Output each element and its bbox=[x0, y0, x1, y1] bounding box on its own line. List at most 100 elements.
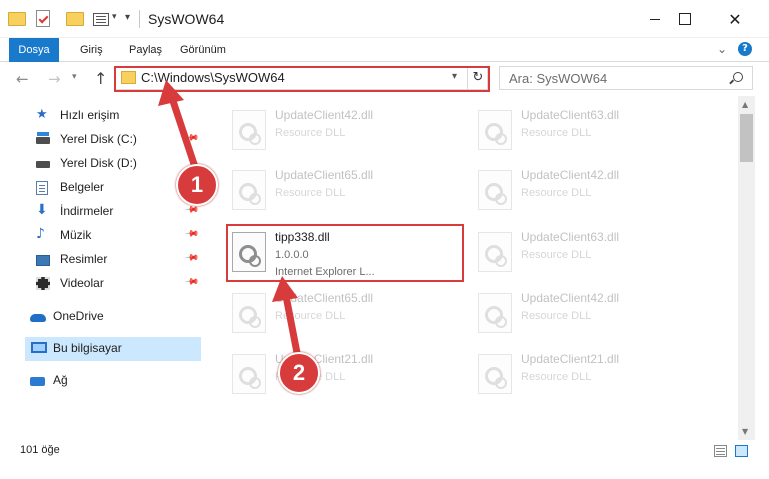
tab-home[interactable]: Giriş bbox=[80, 38, 103, 62]
file-name: UpdateClient21.dll bbox=[521, 352, 620, 366]
file-name: UpdateClient42.dll bbox=[275, 108, 374, 122]
file-type: Resource DLL bbox=[521, 371, 592, 383]
file-type: Resource DLL bbox=[521, 187, 592, 199]
sidebar-item-quick-access[interactable]: ★ Hızlı erişim bbox=[0, 104, 210, 128]
tab-share[interactable]: Paylaş bbox=[129, 38, 162, 62]
network-icon bbox=[30, 377, 45, 386]
documents-icon bbox=[36, 181, 48, 195]
download-icon: ⬇ bbox=[36, 202, 48, 218]
sidebar-item-network[interactable]: Ağ bbox=[0, 369, 210, 393]
close-button[interactable]: ✕ bbox=[712, 0, 758, 38]
file-item[interactable]: UpdateClient21.dll Resource DLL bbox=[456, 344, 686, 400]
sidebar-item-local-disk-d[interactable]: Yerel Disk (D:) bbox=[0, 152, 210, 176]
sidebar-item-label: Resimler bbox=[60, 252, 108, 266]
quick-access-toolbar-customize-icon[interactable]: ▾ bbox=[125, 12, 130, 23]
file-type: Resource DLL bbox=[275, 187, 346, 199]
tab-file[interactable]: Dosya bbox=[9, 38, 59, 62]
sidebar-item-local-disk-c[interactable]: Yerel Disk (C:) 📌 bbox=[0, 128, 210, 152]
file-name: UpdateClient63.dll bbox=[521, 108, 620, 122]
dll-file-icon bbox=[478, 354, 512, 394]
view-icon[interactable] bbox=[93, 13, 109, 26]
scroll-up-icon[interactable]: ▲ bbox=[742, 100, 748, 109]
videos-icon bbox=[36, 277, 50, 290]
large-icons-view-icon[interactable] bbox=[735, 445, 748, 457]
sidebar-item-label: Ağ bbox=[53, 373, 68, 387]
navigation-pane: ★ Hızlı erişim Yerel Disk (C:) 📌 Yerel D… bbox=[0, 100, 210, 434]
sidebar-item-label: Videolar bbox=[60, 276, 104, 290]
forward-arrow-icon[interactable]: → bbox=[48, 70, 61, 88]
sidebar-item-music[interactable]: ♪ Müzik 📌 bbox=[0, 224, 210, 248]
file-highlight-box bbox=[226, 224, 464, 282]
chevron-down-icon[interactable]: ▾ bbox=[112, 12, 117, 22]
sidebar-item-label: İndirmeler bbox=[60, 204, 114, 218]
dll-file-icon bbox=[478, 110, 512, 150]
back-arrow-icon[interactable]: ← bbox=[16, 70, 29, 88]
computer-icon bbox=[31, 342, 47, 353]
file-name: UpdateClient65.dll bbox=[275, 168, 374, 182]
new-folder-icon[interactable] bbox=[66, 12, 84, 26]
sidebar-item-this-pc[interactable]: Bu bilgisayar bbox=[25, 337, 201, 361]
dll-file-icon bbox=[232, 293, 266, 333]
file-name: UpdateClient42.dll bbox=[521, 291, 620, 305]
pin-icon[interactable]: 📌 bbox=[184, 130, 199, 145]
file-item[interactable]: UpdateClient42.dll Resource DLL bbox=[210, 100, 440, 156]
file-item[interactable]: UpdateClient63.dll Resource DLL bbox=[456, 222, 686, 278]
file-item[interactable]: UpdateClient63.dll Resource DLL bbox=[456, 100, 686, 156]
file-name: UpdateClient65.dll bbox=[275, 291, 374, 305]
item-count: 101 öğe bbox=[20, 444, 60, 456]
sidebar-item-label: Hızlı erişim bbox=[60, 108, 120, 122]
window-title: SysWOW64 bbox=[148, 11, 225, 27]
maximize-button[interactable] bbox=[662, 0, 708, 38]
help-icon[interactable]: ? bbox=[738, 42, 752, 56]
step-1-badge: 1 bbox=[176, 164, 218, 206]
scroll-thumb[interactable] bbox=[740, 114, 753, 162]
tab-view[interactable]: Görünüm bbox=[180, 38, 226, 62]
folder-icon bbox=[8, 12, 26, 26]
file-item[interactable]: UpdateClient21.dll Resource DLL bbox=[210, 344, 440, 400]
sidebar-item-onedrive[interactable]: OneDrive bbox=[0, 305, 210, 329]
file-type: Resource DLL bbox=[521, 249, 592, 261]
search-input[interactable]: Ara: SysWOW64 bbox=[509, 71, 607, 86]
vertical-scrollbar[interactable]: ▲ ▼ bbox=[738, 96, 755, 440]
dll-file-icon bbox=[232, 110, 266, 150]
scroll-down-icon[interactable]: ▼ bbox=[742, 427, 748, 436]
step-2-badge: 2 bbox=[278, 352, 320, 394]
address-highlight-box bbox=[114, 66, 490, 92]
details-view-icon[interactable] bbox=[714, 445, 727, 457]
pin-icon[interactable]: 📌 bbox=[184, 274, 199, 289]
expand-ribbon-icon[interactable]: ⌄ bbox=[717, 42, 727, 56]
file-item[interactable]: UpdateClient42.dll Resource DLL bbox=[456, 283, 686, 339]
recent-locations-chevron-icon[interactable]: ▾ bbox=[72, 72, 77, 82]
sidebar-item-label: Yerel Disk (D:) bbox=[60, 156, 137, 170]
file-type: Resource DLL bbox=[275, 310, 346, 322]
drive-icon bbox=[36, 161, 50, 168]
search-icon[interactable] bbox=[733, 72, 743, 82]
title-separator bbox=[139, 10, 140, 28]
title-bar: ▾ ▾ SysWOW64 ✕ bbox=[0, 0, 769, 38]
file-item[interactable]: UpdateClient65.dll Resource DLL bbox=[210, 283, 440, 339]
dll-file-icon bbox=[478, 170, 512, 210]
pin-icon[interactable]: 📌 bbox=[184, 250, 199, 265]
ribbon-tabs: Dosya Giriş Paylaş Görünüm ⌄ ? bbox=[0, 38, 769, 62]
file-type: Resource DLL bbox=[521, 127, 592, 139]
file-type: Resource DLL bbox=[521, 310, 592, 322]
dll-file-icon bbox=[478, 232, 512, 272]
up-arrow-icon[interactable]: ↑ bbox=[94, 69, 107, 88]
file-name: UpdateClient42.dll bbox=[521, 168, 620, 182]
pin-icon[interactable]: 📌 bbox=[184, 226, 199, 241]
file-item[interactable]: UpdateClient65.dll Resource DLL bbox=[210, 160, 440, 216]
file-item[interactable]: UpdateClient42.dll Resource DLL bbox=[456, 160, 686, 216]
file-name: UpdateClient63.dll bbox=[521, 230, 620, 244]
search-box[interactable]: Ara: SysWOW64 bbox=[499, 66, 753, 90]
dll-file-icon bbox=[232, 354, 266, 394]
properties-icon[interactable] bbox=[36, 10, 50, 27]
sidebar-item-downloads[interactable]: ⬇ İndirmeler 📌 bbox=[0, 200, 210, 224]
onedrive-icon bbox=[30, 314, 46, 322]
dll-file-icon bbox=[478, 293, 512, 333]
music-icon: ♪ bbox=[36, 226, 45, 242]
sidebar-item-pictures[interactable]: Resimler 📌 bbox=[0, 248, 210, 272]
sidebar-item-videos[interactable]: Videolar 📌 bbox=[0, 272, 210, 296]
file-type: Resource DLL bbox=[275, 127, 346, 139]
pictures-icon bbox=[36, 255, 50, 266]
sidebar-item-label: Yerel Disk (C:) bbox=[60, 132, 137, 146]
